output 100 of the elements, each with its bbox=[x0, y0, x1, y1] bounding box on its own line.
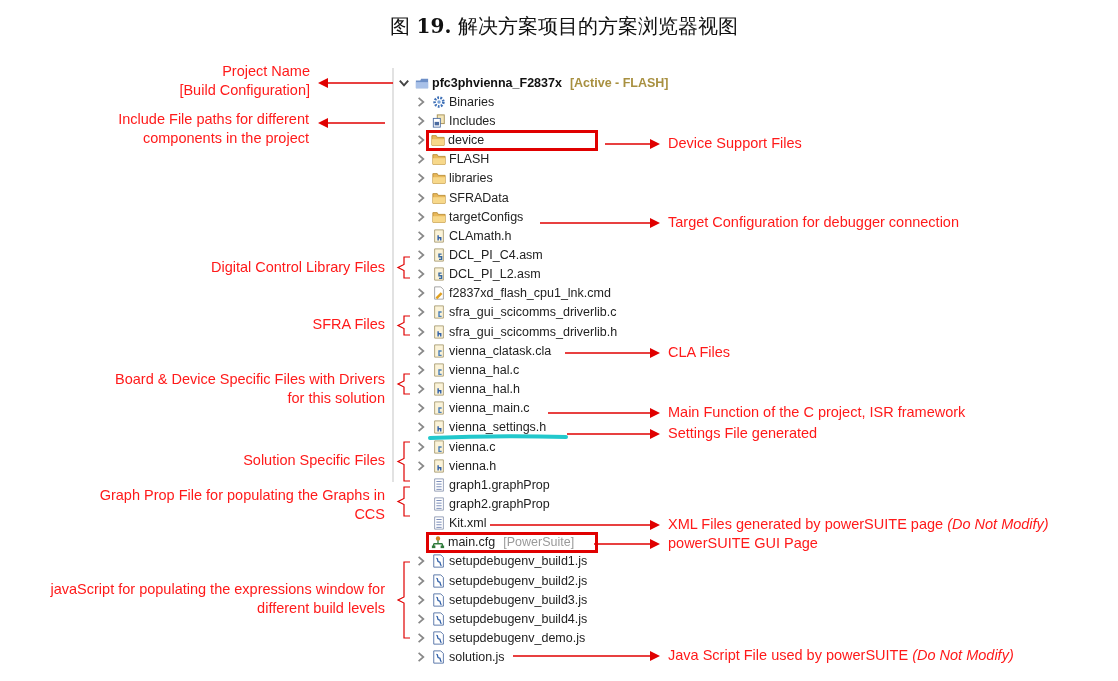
chevron-right-icon[interactable] bbox=[415, 363, 427, 376]
tree-item[interactable]: CLAmath.h bbox=[430, 227, 514, 245]
source-file-icon bbox=[432, 439, 446, 454]
file-name: main.cfg bbox=[448, 535, 496, 550]
tree-item[interactable]: sfra_gui_scicomms_driverlib.c bbox=[430, 303, 619, 321]
tree-item[interactable]: Binaries bbox=[430, 93, 497, 111]
file-name: SFRAData bbox=[449, 190, 509, 205]
file-tag: [PowerSuite] bbox=[503, 535, 575, 550]
curly-brace bbox=[396, 315, 411, 336]
tree-item[interactable]: f2837xd_flash_cpu1_lnk.cmd bbox=[430, 284, 613, 302]
curly-brace bbox=[396, 373, 411, 395]
tree-item[interactable]: targetConfigs bbox=[430, 208, 526, 226]
tree-item[interactable]: DCL_PI_L2.asm bbox=[430, 265, 543, 283]
file-name: vienna_main.c bbox=[449, 401, 530, 416]
chevron-right-icon[interactable] bbox=[415, 325, 427, 338]
script-file-icon bbox=[432, 650, 446, 665]
tree-item[interactable]: graph1.graphProp bbox=[430, 476, 552, 494]
annotation-text: XML Files generated by powerSUITE page (Do Not Modify) bbox=[668, 515, 1049, 534]
chevron-right-icon[interactable] bbox=[415, 459, 427, 472]
tree-item[interactable]: setupdebugenv_demo.js bbox=[430, 629, 588, 647]
annotation-text: CLA Files bbox=[668, 343, 731, 362]
tree-item[interactable]: vienna_main.c bbox=[430, 399, 532, 417]
tree-item[interactable]: DCL_PI_C4.asm bbox=[430, 246, 545, 264]
annotation-text: SFRA Files bbox=[312, 315, 385, 334]
chevron-right-icon[interactable] bbox=[415, 593, 427, 606]
source-file-icon bbox=[432, 248, 446, 262]
chevron-right-icon[interactable] bbox=[415, 440, 427, 453]
arrow bbox=[593, 539, 660, 549]
file-name: vienna_settings.h bbox=[449, 420, 547, 435]
chevron-right-icon[interactable] bbox=[415, 95, 427, 108]
tree-item[interactable]: libraries bbox=[430, 169, 495, 187]
file-name: f2837xd_flash_cpu1_lnk.cmd bbox=[449, 286, 611, 301]
chevron-right-icon[interactable] bbox=[415, 229, 427, 242]
source-file-icon bbox=[432, 401, 446, 416]
tree-item[interactable]: graph2.graphProp bbox=[430, 495, 552, 513]
chevron-right-icon[interactable] bbox=[415, 268, 427, 281]
folder-icon bbox=[432, 190, 446, 205]
chevron-right-icon[interactable] bbox=[415, 421, 427, 434]
tree-item[interactable]: Kit.xml bbox=[430, 514, 489, 532]
arrow bbox=[318, 118, 386, 128]
tree-item[interactable]: vienna_clatask.cla bbox=[430, 342, 554, 360]
file-name: vienna.h bbox=[449, 458, 497, 473]
tree-item[interactable]: pfc3phvienna_F2837x [Active - FLASH] bbox=[413, 74, 671, 92]
tree-item[interactable]: FLASH bbox=[430, 150, 492, 168]
tree-item[interactable]: vienna.c bbox=[430, 438, 498, 456]
tree-item[interactable]: solution.js bbox=[430, 648, 507, 666]
source-file-icon bbox=[432, 362, 446, 377]
file-name: sfra_gui_scicomms_driverlib.c bbox=[449, 305, 617, 320]
file-name: vienna_hal.h bbox=[449, 382, 520, 397]
annotation-text: Target Configuration for debugger connection bbox=[668, 213, 959, 232]
chevron-right-icon[interactable] bbox=[415, 134, 427, 147]
highlight-box[interactable]: main.cfg [PowerSuite] bbox=[426, 531, 598, 553]
script-file-icon bbox=[432, 573, 446, 588]
chevron-right-icon[interactable] bbox=[415, 249, 427, 261]
annotation-text: Java Script File used by powerSUITE (Do Not Modify) bbox=[668, 646, 1014, 665]
chevron-right-icon[interactable] bbox=[415, 210, 427, 223]
file-name: CLAmath.h bbox=[449, 228, 512, 243]
annotation-text: Device Support Files bbox=[668, 134, 802, 153]
chevron-right-icon[interactable] bbox=[415, 153, 427, 166]
chevron-right-icon[interactable] bbox=[415, 306, 427, 319]
tree-item[interactable]: vienna_settings.h bbox=[430, 418, 549, 436]
chevron-right-icon[interactable] bbox=[415, 114, 427, 127]
source-file-icon bbox=[432, 305, 446, 320]
tree-item[interactable]: setupdebugenv_build2.js bbox=[430, 572, 590, 590]
chevron-right-icon[interactable] bbox=[415, 191, 427, 204]
source-file-icon bbox=[432, 343, 446, 358]
chevron-right-icon[interactable] bbox=[415, 383, 427, 396]
tree-item[interactable]: sfra_gui_scicomms_driverlib.h bbox=[430, 323, 620, 341]
file-name: setupdebugenv_build2.js bbox=[449, 573, 588, 588]
highlight-box[interactable]: device bbox=[426, 129, 598, 151]
chevron-right-icon[interactable] bbox=[415, 574, 427, 587]
chevron-right-icon[interactable] bbox=[415, 555, 427, 568]
tree-item[interactable]: Includes bbox=[430, 112, 498, 130]
tree-item[interactable]: setupdebugenv_build1.js bbox=[430, 553, 590, 570]
annotation-text: Settings File generated bbox=[668, 424, 818, 443]
tree-item[interactable]: SFRAData bbox=[430, 189, 511, 206]
chevron-right-icon[interactable] bbox=[415, 632, 427, 645]
arrow bbox=[604, 139, 660, 149]
tree-item[interactable]: vienna_hal.h bbox=[430, 380, 522, 398]
tree-item[interactable]: vienna.h bbox=[430, 457, 499, 475]
folder-icon bbox=[431, 133, 445, 148]
tree-item[interactable]: vienna_hal.c bbox=[430, 361, 522, 379]
file-name: targetConfigs bbox=[449, 209, 524, 224]
annotation-text: Digital Control Library Files bbox=[210, 258, 385, 277]
curly-brace bbox=[396, 441, 411, 482]
tree-item[interactable]: setupdebugenv_build3.js bbox=[430, 591, 590, 609]
folder-icon bbox=[432, 171, 446, 186]
source-file-icon bbox=[432, 267, 446, 282]
chevron-right-icon[interactable] bbox=[415, 402, 427, 415]
tree-item[interactable]: setupdebugenv_build4.js bbox=[430, 610, 590, 628]
source-file-icon bbox=[432, 458, 446, 473]
chevron-right-icon[interactable] bbox=[415, 172, 427, 185]
file-name: Binaries bbox=[449, 94, 495, 109]
chevron-right-icon[interactable] bbox=[415, 651, 427, 664]
chevron-right-icon[interactable] bbox=[415, 612, 427, 625]
figure-title: 图 19. 解决方案项目的方案浏览器视图 bbox=[390, 13, 738, 40]
curly-brace bbox=[396, 486, 411, 517]
file-name: solution.js bbox=[449, 650, 505, 665]
chevron-right-icon[interactable] bbox=[415, 287, 427, 300]
chevron-right-icon[interactable] bbox=[415, 344, 427, 357]
